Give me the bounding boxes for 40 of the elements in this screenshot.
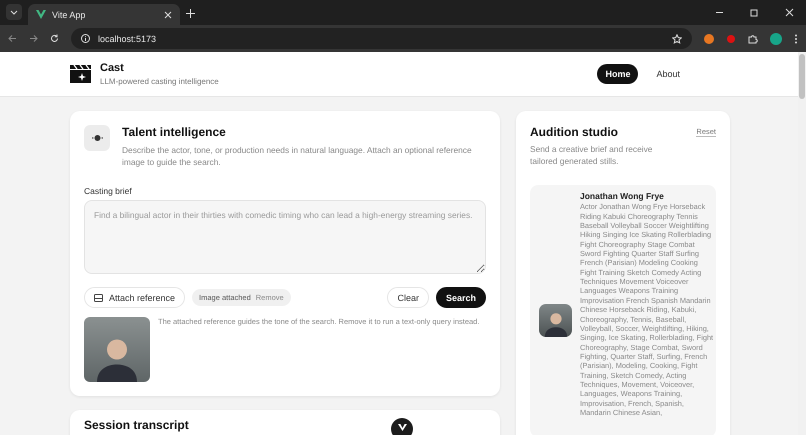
face-icon: [92, 134, 102, 142]
extension-icon[interactable]: [726, 34, 736, 44]
clear-button[interactable]: Clear: [387, 287, 429, 308]
card-title: Talent intelligence: [122, 125, 226, 139]
casting-brief-field[interactable]: Find a bilingual actor in their thirties with comedic timing who can lead a high-energy streaming series.: [84, 200, 486, 274]
browser-tab[interactable]: Vite App: [28, 4, 180, 25]
puzzle-icon[interactable]: [748, 34, 758, 44]
back-arrow-icon[interactable]: [8, 34, 17, 43]
new-tab-icon[interactable]: [186, 9, 195, 18]
v-logo-icon: [398, 424, 406, 431]
card-title: Session transcript: [84, 418, 189, 432]
field-label: Casting brief: [84, 186, 133, 196]
reload-icon[interactable]: [50, 34, 59, 43]
image-icon: [94, 294, 103, 302]
brand-name: Cast: [100, 62, 125, 74]
nav-link[interactable]: About: [648, 64, 688, 84]
info-icon: [81, 34, 90, 43]
clapperboard-icon: [70, 65, 91, 83]
attach-reference-button[interactable]: Attach reference: [84, 287, 186, 308]
address-bar[interactable]: localhost:5173: [71, 28, 692, 49]
more-icon[interactable]: [794, 34, 798, 44]
brand-tagline: LLM-powered casting intelligence: [100, 77, 219, 86]
actor-name: Jonathan Wong Frye: [580, 191, 665, 202]
forward-arrow-icon[interactable]: [29, 34, 38, 43]
nav-link[interactable]: Home: [597, 64, 638, 84]
close-icon[interactable]: [164, 10, 172, 18]
tab-title: Vite App: [52, 10, 86, 20]
restore-icon[interactable]: [750, 8, 759, 17]
search-button[interactable]: Search: [436, 287, 486, 308]
extension-icon[interactable]: [704, 34, 714, 44]
card-title: Audition studio: [530, 125, 618, 139]
close-icon[interactable]: [785, 8, 794, 17]
star-icon[interactable]: [672, 34, 682, 44]
card-description: Describe the actor, tone, or production needs in natural language. Attach an optional reference image to guide the search.: [122, 144, 473, 168]
card-description: Send a creative brief and receive tailored generated stills.: [530, 143, 654, 168]
profile-avatar-icon[interactable]: [770, 32, 782, 44]
tab-menu-button[interactable]: [6, 4, 22, 20]
caret-icon: [10, 8, 18, 16]
v-logo-icon: [36, 10, 46, 19]
url-text: localhost:5173: [98, 34, 158, 44]
